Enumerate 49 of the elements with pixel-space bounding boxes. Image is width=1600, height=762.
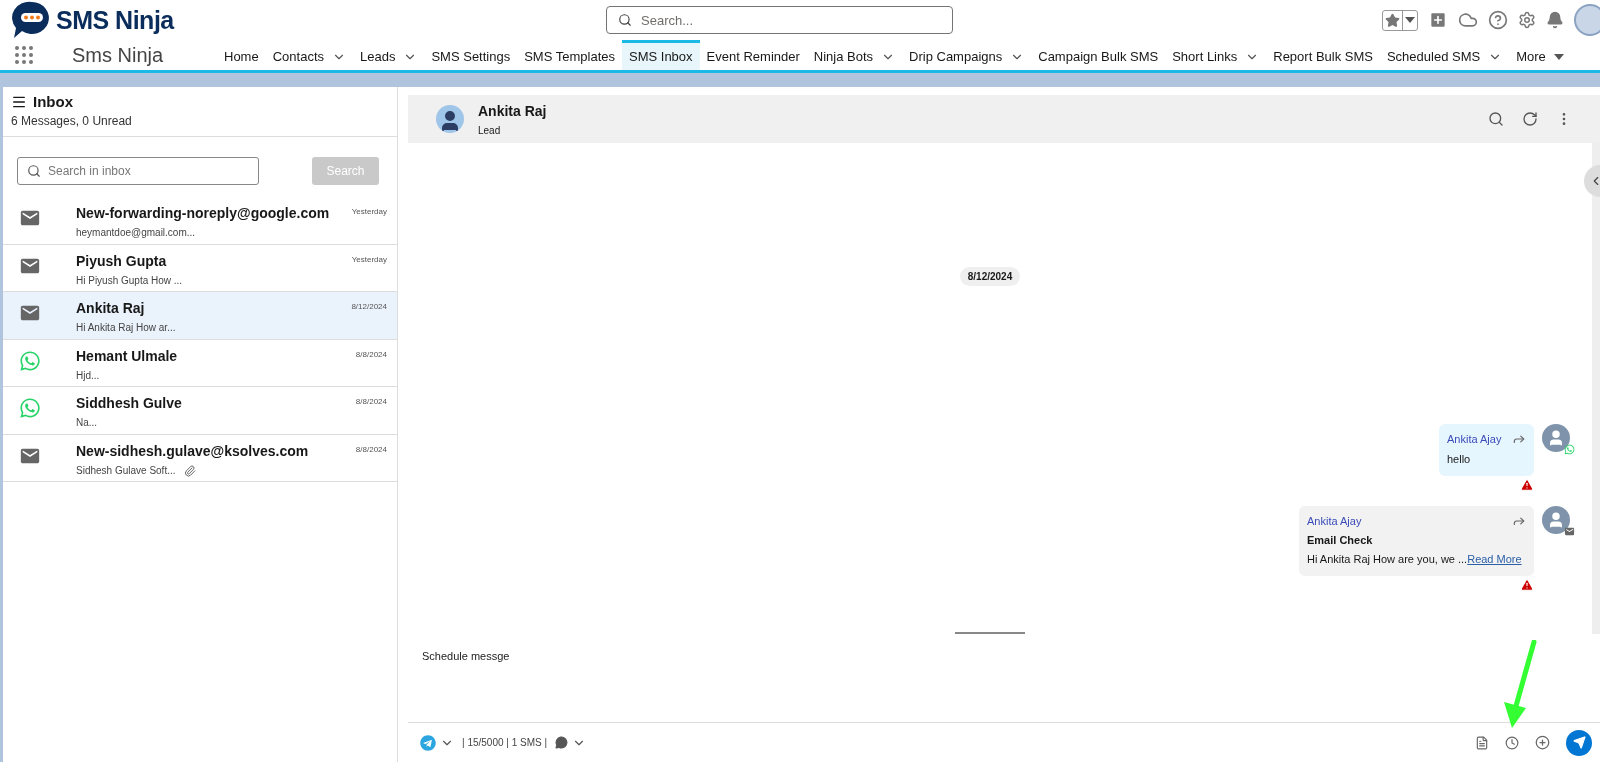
logo-text: SMS Ninja bbox=[56, 5, 174, 35]
email-subject: Email Check bbox=[1307, 534, 1374, 546]
message-text: hello bbox=[1447, 452, 1472, 467]
read-more-link[interactable]: Read More bbox=[1467, 553, 1522, 565]
nav-tab[interactable]: SMS Settings bbox=[424, 40, 518, 70]
message-preview: Na... bbox=[76, 417, 98, 428]
contact-name: Hemant Ulmale bbox=[76, 347, 179, 364]
message-time: 8/8/2024 bbox=[355, 443, 387, 456]
message-preview: Hi Ankita Raj How ar... bbox=[76, 322, 176, 333]
nav-tab[interactable]: Report Bulk SMS bbox=[1266, 40, 1380, 70]
inbox-summary: 6 Messages, 0 Unread bbox=[11, 114, 133, 128]
message-time: 8/8/2024 bbox=[355, 396, 387, 408]
contact-name: New-forwarding-noreply@google.com bbox=[76, 205, 331, 221]
message-preview: Hi Piyush Gupta How ... bbox=[76, 274, 183, 286]
inbox-item[interactable]: Ankita Raj Hi Ankita Raj How ar... 8/12/2024 bbox=[3, 292, 397, 340]
nav-tab[interactable]: SMS Inbox bbox=[622, 40, 700, 70]
nav-tab[interactable]: Contacts bbox=[265, 40, 353, 70]
message-time: Yesterday bbox=[351, 206, 387, 218]
nav-tab[interactable]: More bbox=[1509, 40, 1571, 70]
nav-tab[interactable]: Drip Campaigns bbox=[902, 40, 1032, 70]
nav-tab[interactable]: Leads bbox=[353, 40, 425, 70]
contact-name: Siddhesh Gulve bbox=[76, 395, 183, 411]
message-time: Yesterday bbox=[351, 253, 387, 266]
inbox-search-field[interactable]: Search in inbox bbox=[17, 157, 259, 185]
nav-tab[interactable]: Ninja Bots bbox=[806, 40, 903, 70]
nav-tab[interactable]: Home bbox=[217, 40, 266, 70]
contact-name: Ankita Raj bbox=[76, 300, 146, 316]
global-search-field[interactable]: Search... bbox=[606, 6, 953, 34]
sender-name: Ankita Ajay bbox=[1447, 433, 1502, 445]
contact-name: New-sidhesh.gulave@ksolves.com bbox=[76, 442, 310, 459]
nav-tab[interactable]: SMS Templates bbox=[517, 40, 622, 70]
app-name: Sms Ninja bbox=[72, 43, 164, 67]
message-text: Hi Ankita Raj How are you, we ...Read More bbox=[1307, 552, 1523, 567]
contact-name: Piyush Gupta bbox=[76, 252, 168, 269]
nav-tab[interactable]: Event Reminder bbox=[699, 40, 807, 70]
nav-tab[interactable]: Short Links bbox=[1165, 40, 1267, 70]
date-chip: 8/12/2024 bbox=[959, 267, 1021, 286]
message-preview: heymantdoe@gmail.com... bbox=[76, 227, 196, 238]
message-counter: | 15/5000 | 1 SMS | bbox=[462, 737, 548, 748]
sender-name: Ankita Ajay bbox=[1307, 515, 1362, 527]
message-time: 8/12/2024 bbox=[351, 301, 387, 313]
nav-tab[interactable]: Campaign Bulk SMS bbox=[1031, 40, 1166, 70]
inbox-title: Inbox bbox=[33, 93, 73, 110]
contact-name: Ankita Raj bbox=[478, 102, 547, 119]
message-preview: Sidhesh Gulave Soft... bbox=[76, 465, 176, 476]
message-preview: Hjd... bbox=[76, 369, 100, 381]
nav-tab[interactable]: Scheduled SMS bbox=[1379, 40, 1510, 70]
contact-type: Lead bbox=[478, 124, 502, 136]
message-time: 8/8/2024 bbox=[355, 348, 387, 361]
